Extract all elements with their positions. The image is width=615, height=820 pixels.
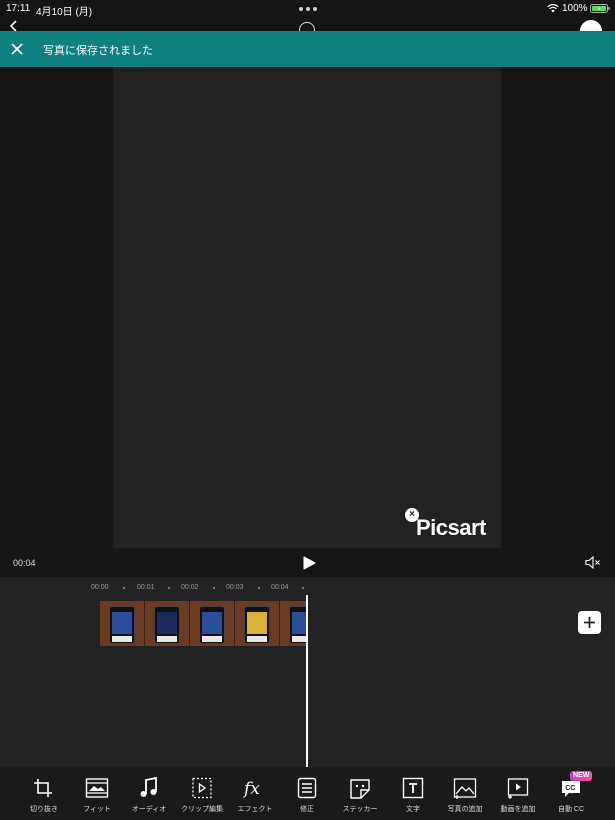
tool-label: オーディオ [131,806,167,813]
ruler-tick: 00:01 [137,584,155,591]
play-icon[interactable] [302,556,316,570]
tool-label: エフェクト [237,806,273,813]
toast-message: 写真に保存されました [43,45,153,57]
ruler-dot [213,587,215,589]
ruler-tick: 00:03 [226,584,244,591]
tool-label: クリップ編集 [181,806,223,813]
ruler-dot [302,587,304,589]
top-nav [0,18,615,42]
crop-icon [34,779,52,797]
current-time: 00:04 [13,558,36,568]
tool-effects[interactable]: fx エフェクト [227,767,283,820]
new-badge: NEW [570,771,593,781]
mute-icon[interactable] [585,556,601,569]
tool-adjust[interactable]: 修正 [279,767,335,820]
tool-add-photo[interactable]: 写真の追加 [437,767,493,820]
tool-crop[interactable]: 切り抜き [16,767,72,820]
tool-text[interactable]: 文字 [385,767,441,820]
ruler-tick: 00:00 [91,584,109,591]
bottom-toolbar: 切り抜き フィット オーディオ クリップ編集 fx エフェクト 修正 ステッカー… [0,767,615,820]
close-icon[interactable] [11,43,23,55]
ruler-tick: 00:04 [271,584,289,591]
add-video-icon [507,778,529,799]
tool-add-video[interactable]: 動画を追加 [490,767,546,820]
svg-text:CC: CC [565,785,575,792]
saved-toast: 写真に保存されました [0,31,615,67]
tool-label: ステッカー [342,806,378,813]
tool-label: 切り抜き [30,806,58,813]
text-icon [402,777,424,799]
clip-edit-icon [192,777,212,799]
battery-percent: 100% [562,3,588,14]
status-time: 17:11 [6,3,31,14]
add-clip-button[interactable] [578,611,601,634]
tool-sticker[interactable]: ステッカー [332,767,388,820]
clip-thumbnail [280,601,307,646]
tool-label: 動画を追加 [500,806,536,813]
status-bar: 17:11 4月10日 (月) 100% [0,0,615,18]
playhead[interactable] [306,595,308,767]
video-clip[interactable] [100,601,307,646]
sticker-icon [350,779,370,799]
clip-thumbnail [145,601,190,646]
svg-text:fx: fx [243,779,260,799]
fit-icon [85,778,109,798]
fx-icon: fx [243,779,260,799]
tool-clip-edit[interactable]: クリップ編集 [174,767,230,820]
watermark-logo: Picsart [416,515,486,540]
music-note-icon [140,777,157,797]
tool-audio[interactable]: オーディオ [121,767,177,820]
ruler-tick: 00:02 [181,584,199,591]
adjust-icon [297,777,317,799]
tool-label: 修正 [300,806,314,813]
timeline: 00:00 00:01 00:02 00:03 00:04 [0,577,615,767]
video-preview-area [0,67,615,577]
clip-thumbnail [100,601,145,646]
tool-label: フィット [83,806,111,813]
wifi-icon [547,3,559,13]
clip-thumbnail [235,601,280,646]
tool-label: 写真の追加 [447,806,483,813]
add-photo-icon [453,778,477,799]
ruler-dot [258,587,260,589]
ruler-dot [168,587,170,589]
tool-label: 文字 [406,806,420,813]
tool-label: 自動 CC [557,806,585,813]
ruler-dot [123,587,125,589]
status-date: 4月10日 (月) [36,7,93,18]
multitask-dots-icon[interactable] [299,7,317,11]
battery-icon [590,4,610,13]
tool-fit[interactable]: フィット [69,767,125,820]
video-canvas[interactable] [113,67,501,548]
clip-thumbnail [190,601,235,646]
